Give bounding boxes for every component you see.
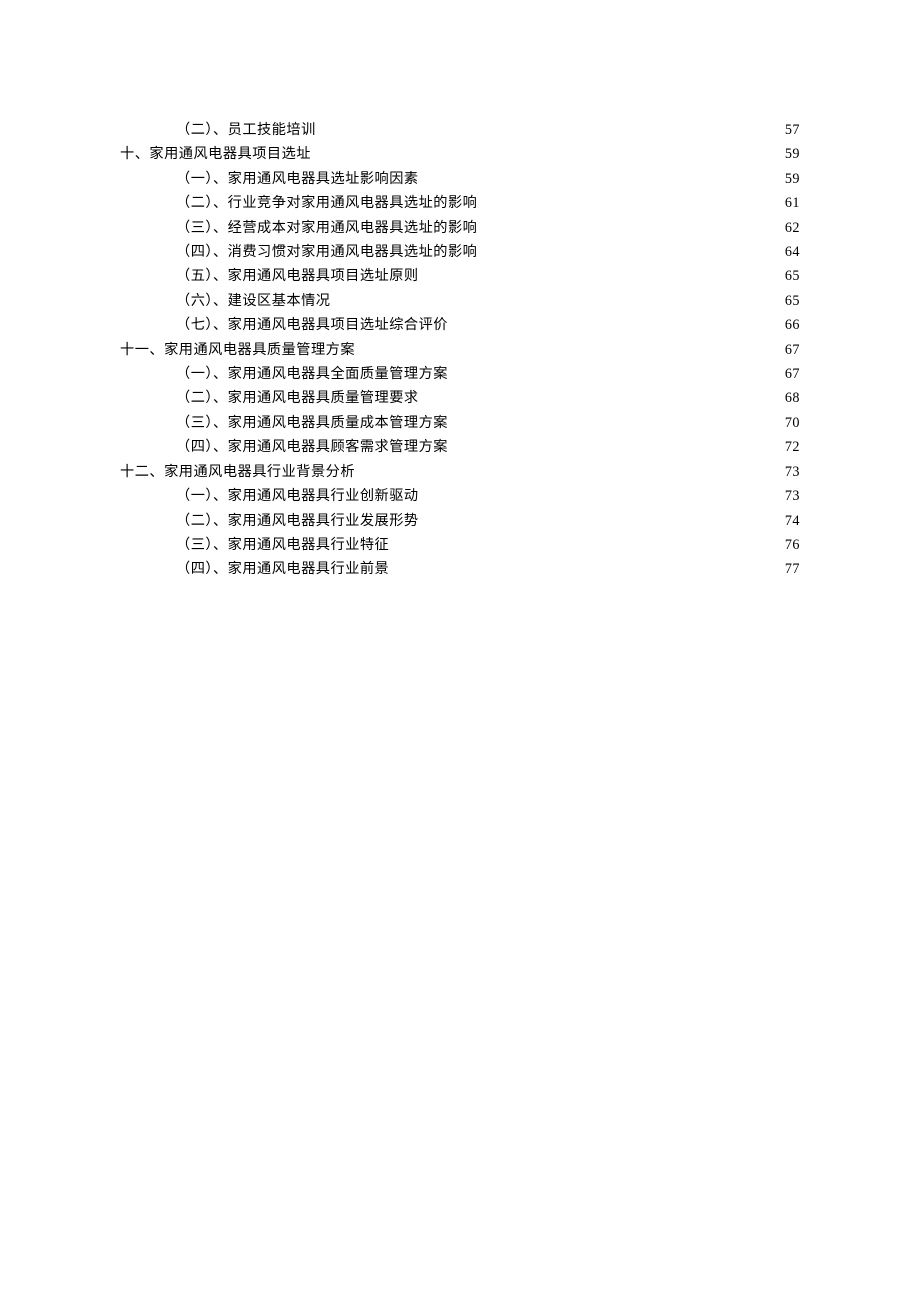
toc-entry: （四）、家用通风电器具行业前景 77 — [120, 557, 800, 581]
page-content: （二）、员工技能培训57十、家用通风电器具项目选址59（一）、家用通风电器具选址… — [0, 0, 920, 582]
toc-entry-page: 77 — [785, 557, 800, 581]
toc-entry-label: （六）、建设区基本情况 — [176, 289, 330, 313]
toc-entry: 十、家用通风电器具项目选址 59 — [120, 142, 800, 166]
toc-entry-label: （二）、家用通风电器具行业发展形势 — [176, 509, 419, 533]
toc-entry-page: 66 — [785, 313, 800, 337]
toc-entry-label: （二）、家用通风电器具质量管理要求 — [176, 386, 419, 410]
toc-entry-label: （二）、员工技能培训 — [176, 118, 316, 142]
toc-entry: 十一、家用通风电器具质量管理方案 67 — [120, 338, 800, 362]
table-of-contents: （二）、员工技能培训57十、家用通风电器具项目选址59（一）、家用通风电器具选址… — [120, 118, 800, 582]
toc-entry-label: （五）、家用通风电器具项目选址原则 — [176, 264, 419, 288]
toc-entry-page: 72 — [785, 435, 800, 459]
toc-entry: 十二、家用通风电器具行业背景分析 73 — [120, 460, 800, 484]
toc-entry-page: 62 — [785, 216, 800, 240]
toc-entry: （五）、家用通风电器具项目选址原则 65 — [120, 264, 800, 288]
toc-entry: （三）、家用通风电器具质量成本管理方案 70 — [120, 411, 800, 435]
toc-entry-label: （一）、家用通风电器具全面质量管理方案 — [176, 362, 448, 386]
toc-entry: （四）、家用通风电器具顾客需求管理方案 72 — [120, 435, 800, 459]
toc-entry-page: 65 — [785, 264, 800, 288]
toc-entry: （一）、家用通风电器具行业创新驱动 73 — [120, 484, 800, 508]
toc-entry-label: （一）、家用通风电器具选址影响因素 — [176, 167, 419, 191]
toc-entry-label: （二）、行业竞争对家用通风电器具选址的影响 — [176, 191, 477, 215]
toc-entry-page: 65 — [785, 289, 800, 313]
toc-entry-page: 70 — [785, 411, 800, 435]
toc-entry-label: （四）、家用通风电器具顾客需求管理方案 — [176, 435, 448, 459]
toc-entry: （六）、建设区基本情况 65 — [120, 289, 800, 313]
toc-entry-label: （四）、家用通风电器具行业前景 — [176, 557, 389, 581]
toc-entry-label: （三）、家用通风电器具行业特征 — [176, 533, 389, 557]
toc-entry: （三）、家用通风电器具行业特征 76 — [120, 533, 800, 557]
toc-entry-page: 67 — [785, 362, 800, 386]
toc-entry-label: （四）、消费习惯对家用通风电器具选址的影响 — [176, 240, 477, 264]
toc-entry-page: 73 — [785, 484, 800, 508]
toc-entry-page: 68 — [785, 386, 800, 410]
toc-entry: （一）、家用通风电器具选址影响因素 59 — [120, 167, 800, 191]
toc-entry-label: 十二、家用通风电器具行业背景分析 — [120, 460, 355, 484]
toc-entry-label: 十一、家用通风电器具质量管理方案 — [120, 338, 355, 362]
toc-entry-page: 73 — [785, 460, 800, 484]
toc-entry: （二）、员工技能培训 57 — [120, 118, 800, 142]
toc-entry: （七）、家用通风电器具项目选址综合评价 66 — [120, 313, 800, 337]
toc-entry: （二）、家用通风电器具行业发展形势 74 — [120, 509, 800, 533]
toc-entry: （二）、家用通风电器具质量管理要求 68 — [120, 386, 800, 410]
toc-entry-label: （七）、家用通风电器具项目选址综合评价 — [176, 313, 448, 337]
toc-entry-page: 74 — [785, 509, 800, 533]
toc-entry-page: 61 — [785, 191, 800, 215]
toc-entry: （三）、经营成本对家用通风电器具选址的影响 62 — [120, 216, 800, 240]
toc-entry-label: （一）、家用通风电器具行业创新驱动 — [176, 484, 419, 508]
toc-entry-page: 67 — [785, 338, 800, 362]
toc-entry: （一）、家用通风电器具全面质量管理方案 67 — [120, 362, 800, 386]
toc-entry-label: 十、家用通风电器具项目选址 — [120, 142, 311, 166]
toc-entry-page: 59 — [785, 142, 800, 166]
toc-entry-page: 76 — [785, 533, 800, 557]
toc-entry-label: （三）、家用通风电器具质量成本管理方案 — [176, 411, 448, 435]
toc-entry-page: 59 — [785, 167, 800, 191]
toc-entry-label: （三）、经营成本对家用通风电器具选址的影响 — [176, 216, 477, 240]
toc-entry-page: 57 — [785, 118, 800, 142]
toc-entry-page: 64 — [785, 240, 800, 264]
toc-entry: （二）、行业竞争对家用通风电器具选址的影响 61 — [120, 191, 800, 215]
toc-entry: （四）、消费习惯对家用通风电器具选址的影响 64 — [120, 240, 800, 264]
